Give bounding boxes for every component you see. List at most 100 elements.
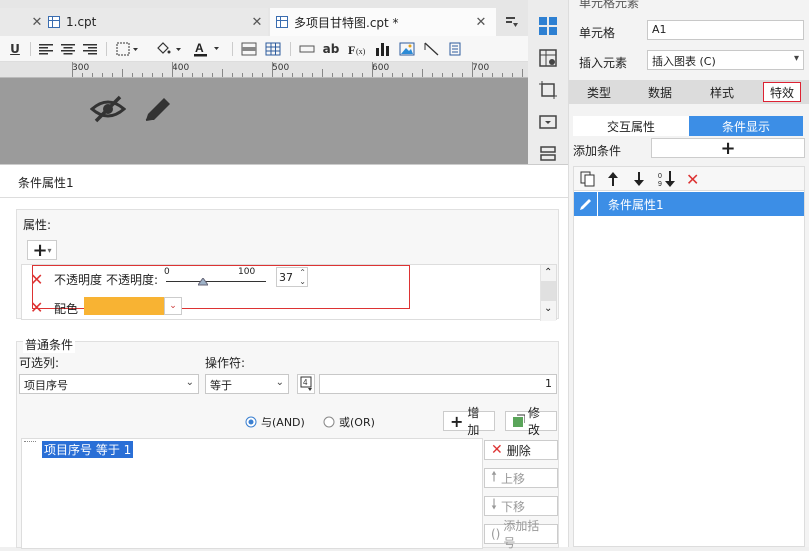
insert-element-value: 插入图表 (C)	[652, 55, 716, 68]
add-attribute-button[interactable]: + ▾	[27, 240, 57, 261]
add-bracket-btn[interactable]: () 添加括号	[484, 519, 558, 550]
operator-select[interactable]: 等于 ⌄	[205, 374, 289, 394]
arrow-up-icon[interactable]	[606, 171, 620, 187]
report-properties-icon[interactable]	[538, 48, 558, 68]
font-color-button[interactable]: A	[192, 40, 222, 58]
merge-cells-button[interactable]	[240, 40, 258, 58]
align-center-button[interactable]	[60, 40, 76, 58]
scroll-thumb[interactable]	[541, 281, 556, 301]
delete-btn[interactable]: ✕ 删除	[484, 440, 558, 460]
chevron-down-icon: ⌄	[275, 377, 284, 388]
tab-1cpt[interactable]: ✕ 1.cpt ✕	[0, 8, 268, 36]
align-center-icon	[61, 44, 75, 55]
or-option[interactable]: 或(OR)	[323, 414, 375, 430]
tab-condition-display[interactable]: 条件显示	[689, 116, 803, 136]
chevron-down-icon: ⌄	[169, 301, 177, 311]
or-label: 或(OR)	[339, 416, 375, 429]
value-type-button[interactable]: 4	[297, 374, 315, 394]
delete-btn-label: 删除	[506, 443, 531, 458]
attributes-label: 属性:	[23, 218, 52, 232]
formula-button[interactable]: F (x)	[346, 40, 368, 58]
tab-overflow-button[interactable]	[500, 8, 524, 36]
add-condition-button[interactable]: +	[651, 138, 805, 159]
image-button[interactable]	[398, 40, 416, 58]
report-canvas[interactable]	[0, 78, 528, 164]
slash-button[interactable]	[422, 40, 440, 58]
color-swatch[interactable]	[84, 297, 164, 315]
tab-interaction[interactable]: 交互属性	[573, 116, 689, 136]
condition-expression[interactable]: 项目序号 等于 1	[42, 441, 134, 458]
scroll-up-icon[interactable]: ⌃	[544, 267, 552, 278]
insert-element-label: 插入元素	[579, 56, 628, 70]
attribute-scrollbar[interactable]: ⌃ ⌄	[540, 265, 556, 321]
delete-icon[interactable]: ✕	[686, 170, 699, 189]
ruler-label: 400	[172, 63, 190, 73]
value-input[interactable]: 1	[319, 374, 557, 394]
close-icon[interactable]: ✕	[472, 15, 490, 30]
condition-item[interactable]: 条件属性1	[574, 192, 804, 216]
modify-condition-btn[interactable]: 修改	[505, 406, 557, 437]
pencil-icon[interactable]	[142, 94, 174, 126]
svg-text:A: A	[195, 41, 204, 55]
attribute-list: ✕ 不透明度 不透明度: 0 100 37 ⌃ ⌄ ✕ 配色 ⌄ ⌃ ⌄	[21, 264, 557, 321]
tab-effects[interactable]: 特效	[763, 82, 801, 102]
value-input-text: 1	[545, 377, 552, 390]
ruler-tick	[162, 73, 163, 77]
number-type-icon: 4	[300, 376, 312, 391]
copy-icon[interactable]	[580, 171, 596, 187]
layers-icon[interactable]	[538, 144, 558, 164]
modify-icon	[513, 414, 525, 427]
add-condition-btn[interactable]: + 增加	[443, 406, 495, 437]
text-button[interactable]: ab	[322, 40, 340, 58]
ruler-tick	[402, 73, 403, 77]
condition-expression-list[interactable]: 项目序号 等于 1	[21, 438, 483, 549]
border-button[interactable]	[114, 40, 142, 58]
move-down-btn[interactable]: 🠗 下移	[484, 496, 558, 516]
color-dropdown-button[interactable]: ⌄	[164, 297, 182, 315]
frame-icon[interactable]	[538, 80, 558, 100]
cell-label: 单元格	[579, 26, 616, 40]
tab-data[interactable]: 数据	[629, 80, 691, 104]
cell-input[interactable]: A1	[647, 20, 804, 40]
ruler-tick	[342, 73, 343, 77]
condition-attribute-dialog: 条件属性1 属性: +▾ ✕ 不透明度 不透明度: 0 100 37 ⌃⌄	[0, 164, 568, 550]
ruler-label: 300	[72, 63, 90, 73]
sort-icon[interactable]: 09	[658, 170, 678, 188]
dropdown-widget-icon[interactable]	[538, 112, 558, 132]
close-icon[interactable]: ✕	[248, 15, 266, 30]
bracket-btn-label: 添加括号	[503, 519, 540, 550]
move-up-btn[interactable]: 🠕 上移	[484, 468, 558, 488]
scroll-down-icon[interactable]: ⌄	[544, 303, 552, 314]
align-left-button[interactable]	[38, 40, 54, 58]
spreadsheet-icon	[48, 16, 60, 28]
and-label: 与(AND)	[261, 416, 305, 429]
and-option[interactable]: 与(AND)	[245, 414, 305, 430]
arrow-down-icon: 🠗	[491, 497, 498, 513]
tab-gantt[interactable]: 多项目甘特图.cpt * ✕	[270, 8, 496, 36]
cell-attributes-icon[interactable]	[538, 16, 558, 36]
ruler-tick	[372, 62, 373, 77]
close-icon[interactable]: ✕	[28, 15, 46, 30]
ruler-tick	[332, 73, 333, 77]
bar-chart-button[interactable]	[374, 40, 392, 58]
modify-btn-label: 修改	[527, 406, 540, 437]
text-field-button[interactable]	[298, 40, 316, 58]
column-value: 项目序号	[24, 379, 68, 392]
fill-color-button[interactable]	[154, 40, 184, 58]
underline-button[interactable]: U	[8, 40, 22, 58]
align-right-icon	[83, 44, 97, 55]
paint-bucket-icon	[157, 42, 181, 54]
remove-attribute-icon[interactable]: ✕	[30, 298, 43, 317]
insert-element-select[interactable]: 插入图表 (C) ▾	[647, 50, 804, 70]
svg-text:9: 9	[658, 181, 662, 188]
grid-button[interactable]	[264, 40, 282, 58]
eye-hidden-icon[interactable]	[90, 94, 126, 124]
column-select[interactable]: 项目序号 ⌄	[19, 374, 199, 394]
align-right-button[interactable]	[82, 40, 98, 58]
arrow-down-icon[interactable]	[632, 171, 646, 187]
ruler-tick	[102, 73, 103, 77]
sub-report-button[interactable]	[446, 40, 464, 58]
tab-style[interactable]: 样式	[691, 80, 753, 104]
tab-type[interactable]: 类型	[569, 80, 629, 104]
ruler-tick	[472, 62, 473, 77]
